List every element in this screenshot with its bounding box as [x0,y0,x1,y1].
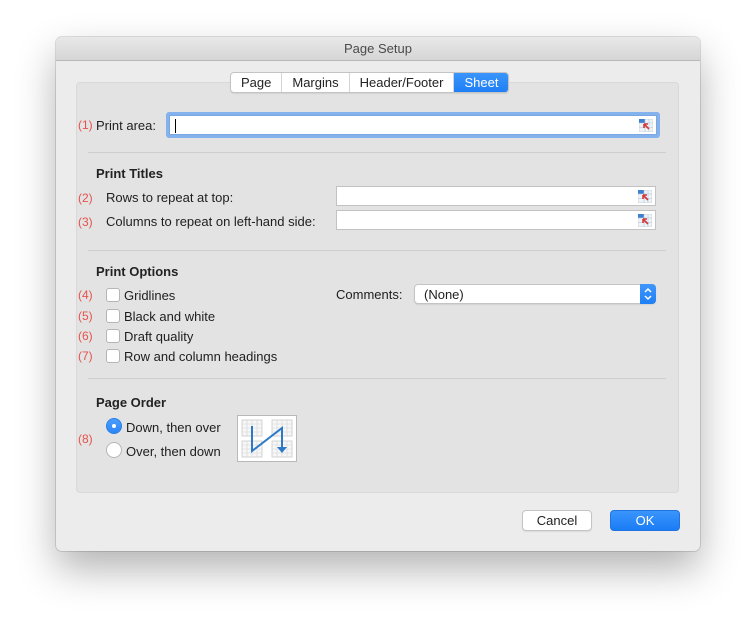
annotation-number: (8) [78,432,93,446]
annotation-number: (7) [78,349,93,363]
text-caret [175,119,176,133]
tab-page[interactable]: Page [231,73,283,92]
annotation-number: (4) [78,288,93,302]
range-selector-icon[interactable] [638,190,652,203]
dialog-title: Page Setup [56,37,700,61]
ok-button[interactable]: OK [610,510,680,531]
annotation-number: (1) [78,118,93,132]
comments-value: (None) [424,287,464,302]
divider [88,152,666,153]
page-order-down-then-over-icon [237,415,297,462]
black-and-white-checkbox[interactable] [106,309,120,323]
page-setup-dialog: Page Setup Page Margins Header/Footer Sh… [56,37,700,551]
tab-sheet[interactable]: Sheet [454,73,509,92]
divider [88,378,666,379]
down-then-over-label[interactable]: Down, then over [126,420,221,435]
print-area-input[interactable] [169,115,657,135]
draft-quality-checkbox[interactable] [106,329,120,343]
tab-margins[interactable]: Margins [282,73,350,92]
range-selector-icon[interactable] [638,214,652,227]
cancel-button[interactable]: Cancel [522,510,592,531]
over-then-down-radio[interactable] [106,442,122,458]
print-options-heading: Print Options [96,264,179,279]
tab-bar: Page Margins Header/Footer Sheet [230,72,510,93]
print-titles-heading: Print Titles [96,166,163,181]
row-column-headings-checkbox[interactable] [106,349,120,363]
page-order-heading: Page Order [96,395,167,410]
comments-select[interactable]: (None) [414,284,656,304]
annotation-number: (2) [78,191,93,205]
over-then-down-label[interactable]: Over, then down [126,444,221,459]
divider [88,250,666,251]
down-then-over-radio[interactable] [106,418,122,434]
row-column-headings-label[interactable]: Row and column headings [124,349,277,364]
columns-to-repeat-label: Columns to repeat on left-hand side: [106,214,316,229]
black-and-white-label[interactable]: Black and white [124,309,215,324]
annotation-number: (6) [78,329,93,343]
comments-label: Comments: [336,287,403,302]
rows-to-repeat-input[interactable] [336,186,656,206]
annotation-number: (5) [78,309,93,323]
range-selector-icon[interactable] [639,119,653,132]
chevron-up-down-icon[interactable] [640,284,656,304]
rows-to-repeat-label: Rows to repeat at top: [106,190,234,205]
draft-quality-label[interactable]: Draft quality [124,329,193,344]
print-area-label: Print area: [96,118,156,133]
gridlines-checkbox[interactable] [106,288,120,302]
tab-header-footer[interactable]: Header/Footer [350,73,455,92]
columns-to-repeat-input[interactable] [336,210,656,230]
annotation-number: (3) [78,215,93,229]
gridlines-label[interactable]: Gridlines [124,288,175,303]
